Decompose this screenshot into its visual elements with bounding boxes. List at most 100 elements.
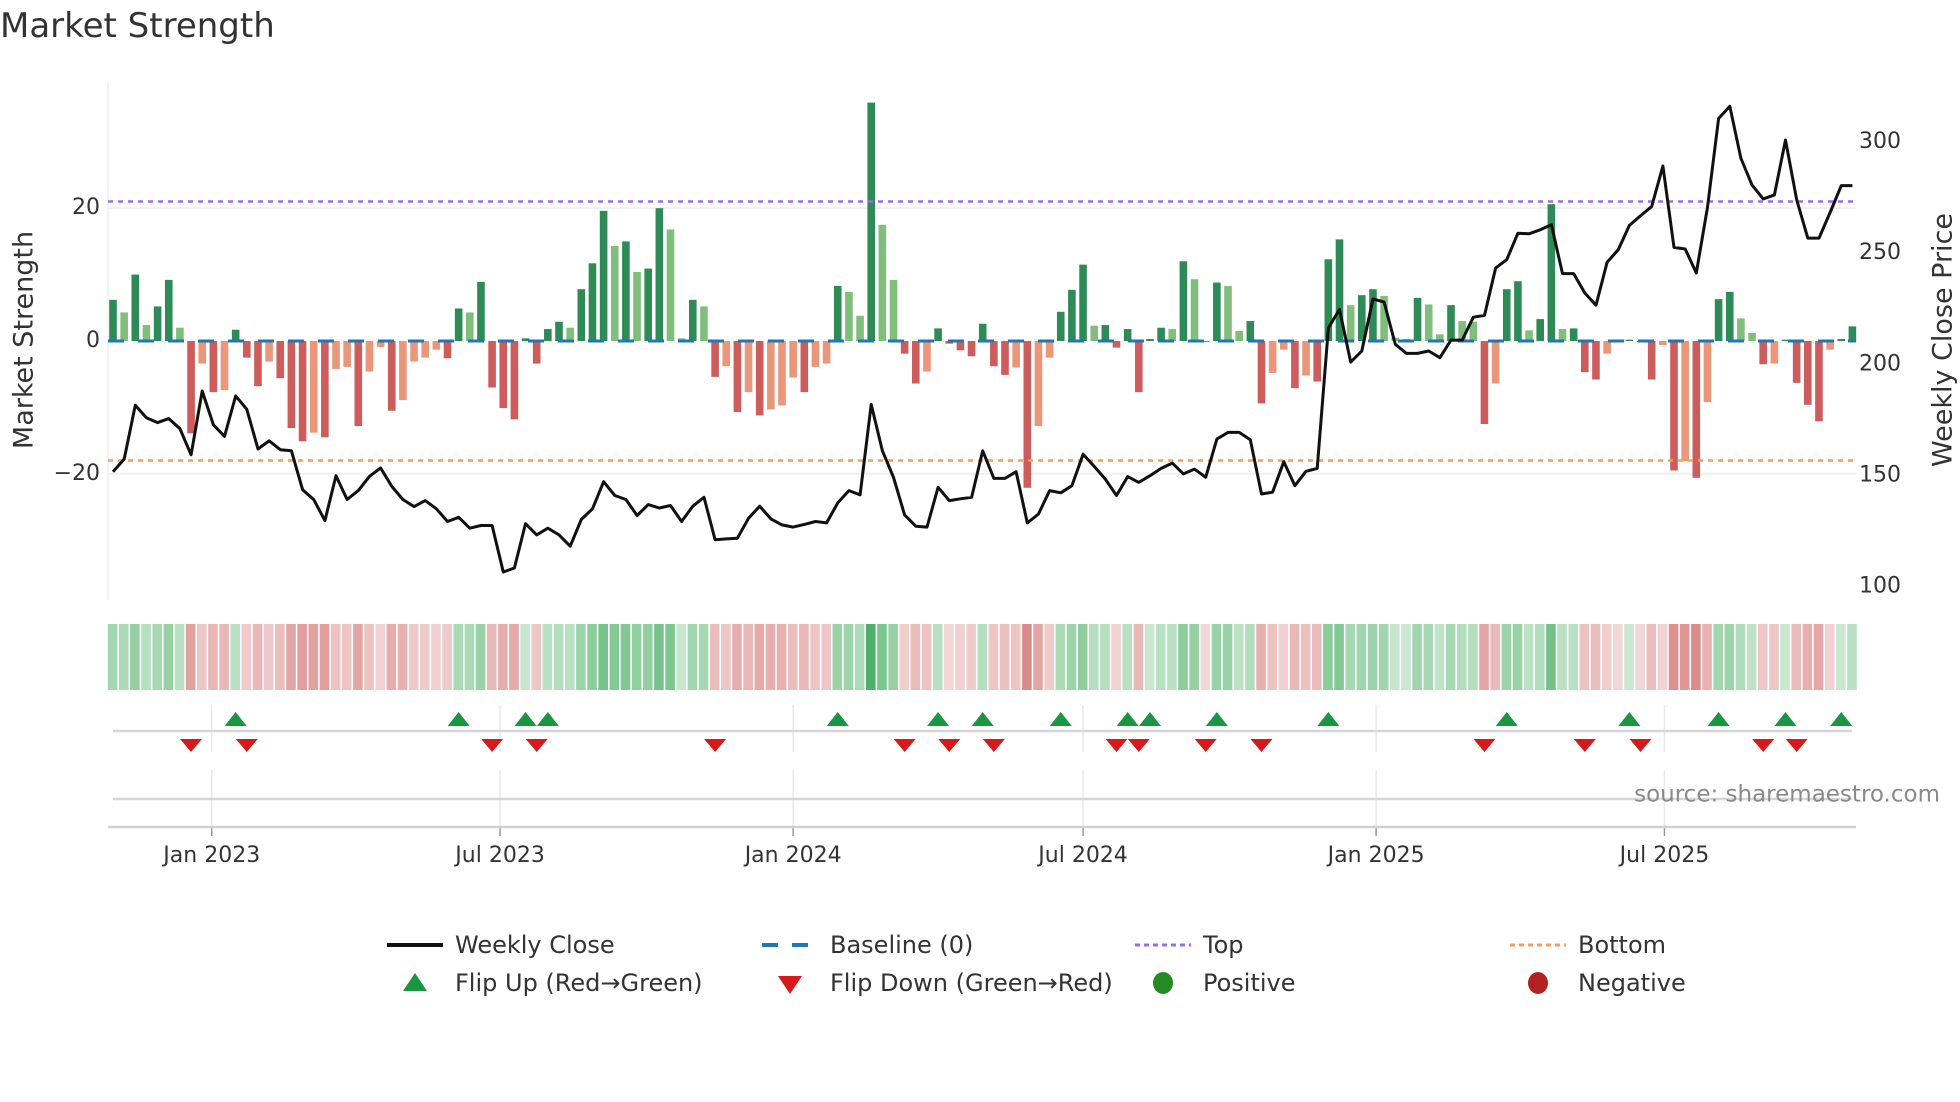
flip-down-marker [1194, 739, 1217, 752]
strength-bar [343, 341, 351, 367]
strip-cell [1378, 624, 1389, 690]
strip-cell [364, 624, 374, 690]
strip-cell [1390, 624, 1400, 690]
strength-bar [220, 341, 229, 391]
source-credit: source: sharemaestro.com [1634, 782, 1940, 808]
strength-bar [1659, 341, 1667, 345]
flip-down-marker [1105, 739, 1128, 752]
flip-down-marker [180, 739, 203, 752]
strip-cell [1445, 624, 1456, 690]
strength-bar [387, 341, 396, 411]
strip-cell [118, 624, 129, 690]
flip-down-marker [1573, 739, 1596, 752]
strength-bar [689, 299, 697, 341]
flip-up-marker [1205, 712, 1228, 726]
legend-item-baseline: Baseline (0) [760, 930, 973, 960]
strip-cell [966, 624, 976, 690]
flip-down-marker [982, 739, 1005, 752]
legend-label: Flip Up (Red→Green) [455, 969, 703, 997]
strength-bar [800, 341, 809, 393]
strength-bar [789, 341, 797, 378]
strip-cell [1824, 624, 1835, 690]
strength-bar [309, 341, 318, 433]
strength-bar [1413, 297, 1422, 341]
strip-cell [241, 624, 252, 690]
strip-cell [1189, 624, 1199, 690]
strip-cell [620, 624, 631, 690]
strength-bar [1681, 341, 1689, 462]
strip-cell [821, 624, 831, 690]
strip-cell [1033, 624, 1043, 690]
x-tick-label: Jul 2024 [1036, 843, 1128, 868]
strength-bar [1190, 279, 1199, 341]
triangle-down-icon [778, 976, 802, 994]
strength-bar [1725, 291, 1734, 341]
strip-cell [1434, 624, 1445, 690]
strength-bar [1525, 330, 1533, 341]
strip-cell [464, 624, 475, 690]
strip-cell [1601, 624, 1612, 690]
strength-bar [265, 341, 273, 362]
y2-tick-label: 250 [1859, 240, 1901, 265]
strength-bar [466, 312, 474, 341]
strip-cell [765, 624, 776, 690]
strength-bar [767, 341, 775, 410]
strip-cell [397, 624, 408, 690]
strip-cell [130, 624, 140, 690]
strip-cell [955, 624, 965, 690]
strength-bar [1291, 341, 1299, 389]
strip-cell [799, 624, 809, 690]
strength-bar [1023, 341, 1032, 488]
strip-cell [185, 624, 196, 690]
flip-up-marker [1116, 712, 1139, 726]
strip-cell [1211, 624, 1222, 690]
flip-up-marker [514, 712, 537, 726]
strip-cell [475, 624, 486, 690]
legend-label: Flip Down (Green→Red) [830, 969, 1113, 997]
strength-bar [1792, 341, 1801, 383]
strip-cell [1089, 624, 1099, 690]
strength-bar [722, 341, 731, 367]
strip-cell [263, 624, 274, 690]
strength-bar [1068, 289, 1076, 341]
strength-bar [454, 308, 463, 341]
strip-cell [866, 624, 876, 690]
x-tick-label: Jul 2025 [1618, 843, 1710, 868]
strip-cell [1691, 624, 1701, 690]
strength-bar [1558, 329, 1567, 341]
strength-bar [1536, 319, 1544, 341]
dashed-line-icon [762, 943, 818, 947]
strength-bar [755, 341, 764, 416]
flip-down-marker [1250, 739, 1273, 752]
strip-cell [553, 624, 564, 690]
strength-bar [1670, 341, 1678, 471]
strip-cell [107, 624, 118, 690]
strip-cell [721, 624, 731, 690]
strength-bar [1135, 341, 1143, 393]
strength-bar [655, 208, 664, 341]
strength-bar [354, 341, 363, 427]
strip-cell [1367, 624, 1378, 690]
strip-cell [1122, 624, 1133, 690]
flip-down-marker [525, 739, 548, 752]
strength-bar [209, 341, 218, 393]
strip-cell [631, 624, 642, 690]
strip-cell [1256, 624, 1266, 690]
strength-bar [934, 328, 942, 341]
strip-cell [341, 624, 352, 690]
strength-bar [1748, 333, 1756, 341]
strength-bar [1447, 305, 1455, 341]
strip-cell [420, 624, 430, 690]
legend-item-negative: Negative [1508, 968, 1686, 998]
strip-cell [888, 624, 898, 690]
dotted-line-purple-icon [1135, 943, 1191, 947]
y2-axis-label: Weekly Close Price [1928, 213, 1959, 467]
flip-down-marker [704, 739, 727, 752]
strength-bar [1592, 341, 1600, 380]
strength-bar [833, 285, 842, 341]
strip-cell [1456, 624, 1467, 690]
strength-bar [1213, 282, 1221, 341]
strip-cell [1535, 624, 1545, 690]
strip-cell [319, 624, 330, 690]
strength-bar [1837, 339, 1846, 341]
